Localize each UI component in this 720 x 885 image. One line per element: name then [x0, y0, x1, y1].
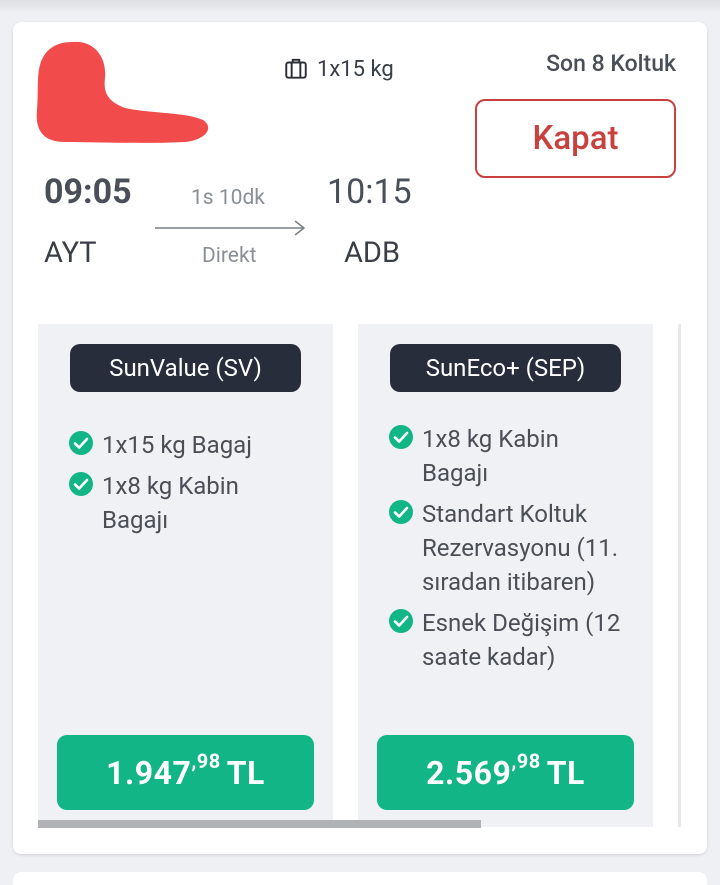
fare-name-badge: SunEco+ (SEP): [390, 344, 621, 392]
fare-feature: 1x8 kg Kabin Bagajı: [388, 422, 627, 490]
horizontal-scrollbar[interactable]: [38, 820, 481, 828]
fare-card-sunvalue[interactable]: SunValue (SV) 1x15 kg Bagaj 1x8 kg Kabin…: [38, 324, 333, 827]
check-circle-icon: [389, 500, 413, 524]
fare-feature: Standart Koltuk Rezervasyonu (11. sırada…: [388, 497, 627, 599]
fare-feature-text: Esnek Değişim (12 saate kadar): [422, 609, 621, 671]
arrival-time: 10:15: [327, 172, 412, 212]
price-cents: ,98: [191, 748, 221, 773]
fare-feature-text: Standart Koltuk Rezervasyonu (11. sırada…: [422, 500, 619, 596]
departure-airport: AYT: [44, 236, 97, 270]
price-currency: TL: [546, 753, 585, 792]
fare-feature-text: 1x15 kg Bagaj: [102, 431, 252, 459]
flight-card: 1x15 kg Son 8 Koltuk Kapat 09:05 1s 10dk…: [13, 22, 707, 854]
arrival-airport: ADB: [344, 236, 401, 270]
fare-card-suneco-plus[interactable]: SunEco+ (SEP) 1x8 kg Kabin Bagajı Standa…: [358, 324, 653, 827]
close-button[interactable]: Kapat: [475, 99, 676, 178]
check-circle-icon: [69, 431, 93, 455]
airline-logo-redacted: [36, 41, 209, 143]
price-currency: TL: [226, 753, 265, 792]
fare-feature-text: 1x8 kg Kabin Bagajı: [102, 472, 239, 534]
baggage-text: 1x15 kg: [317, 56, 394, 82]
next-flight-card[interactable]: [13, 872, 707, 885]
fare-options-scroller[interactable]: SunValue (SV) 1x15 kg Bagaj 1x8 kg Kabin…: [38, 324, 707, 829]
fare-feature: 1x8 kg Kabin Bagajı: [68, 469, 307, 537]
check-circle-icon: [389, 425, 413, 449]
top-shade: [0, 0, 720, 14]
check-circle-icon: [69, 472, 93, 496]
select-fare-price-button[interactable]: 2.569,98 TL: [377, 735, 634, 810]
seats-left-label: Son 8 Koltuk: [546, 50, 676, 77]
fare-features-list: 1x8 kg Kabin Bagajı Standart Koltuk Reze…: [388, 422, 627, 681]
fare-features-list: 1x15 kg Bagaj 1x8 kg Kabin Bagajı: [68, 428, 307, 544]
fare-feature-text: 1x8 kg Kabin Bagajı: [422, 425, 559, 487]
flight-type: Direkt: [202, 244, 257, 268]
suitcase-icon: [285, 58, 307, 79]
next-fare-card-peek[interactable]: [678, 324, 707, 827]
departure-time: 09:05: [44, 172, 132, 212]
check-circle-icon: [389, 609, 413, 633]
flight-duration: 1s 10dk: [191, 186, 265, 210]
select-fare-price-button[interactable]: 1.947,98 TL: [57, 735, 314, 810]
arrow-right-icon: [155, 220, 306, 236]
fare-feature: Esnek Değişim (12 saate kadar): [388, 606, 627, 674]
price-main: 2.569: [426, 753, 512, 792]
fare-feature: 1x15 kg Bagaj: [68, 428, 307, 462]
price-main: 1.947: [106, 753, 192, 792]
baggage-allowance: 1x15 kg: [283, 56, 394, 82]
fare-name-badge: SunValue (SV): [70, 344, 301, 392]
price-cents: ,98: [511, 748, 541, 773]
